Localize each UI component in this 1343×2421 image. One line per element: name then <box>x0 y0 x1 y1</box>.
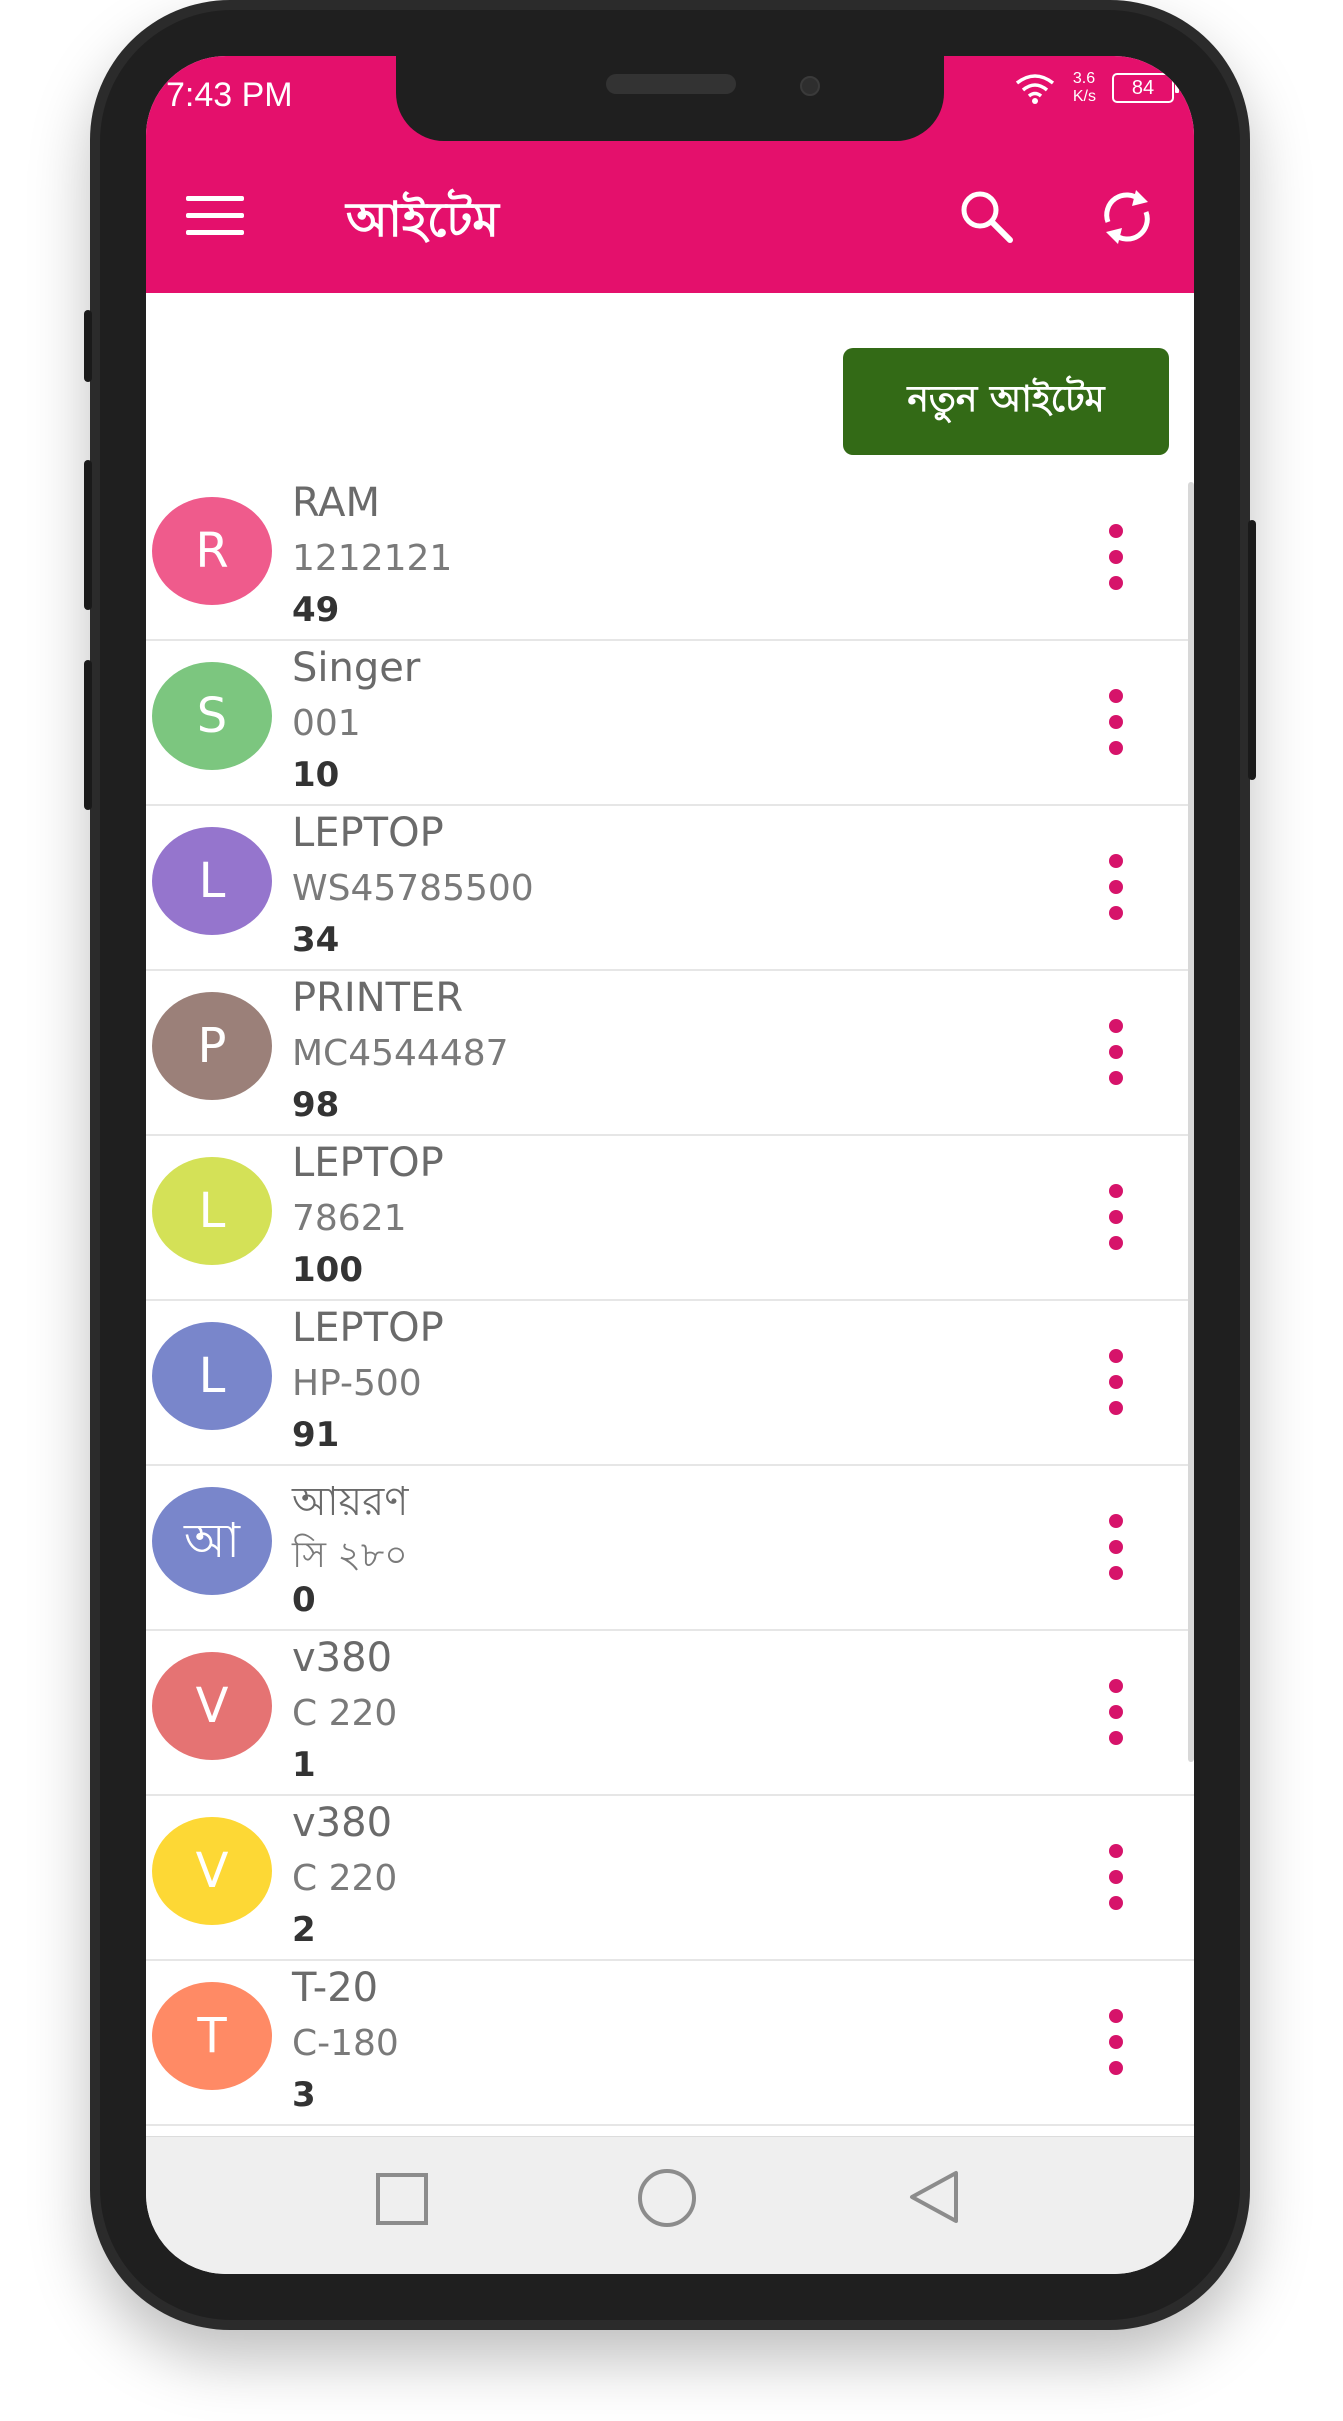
list-item[interactable]: P PRINTER MC4544487 98 <box>146 971 1194 1136</box>
item-quantity: 1 <box>292 1745 316 1785</box>
item-code: C-180 <box>292 2023 399 2064</box>
item-code: 78621 <box>292 1198 407 1239</box>
avatar: L <box>152 1157 272 1265</box>
more-vert-icon[interactable] <box>1101 2009 1131 2075</box>
more-vert-icon[interactable] <box>1101 689 1131 755</box>
avatar: L <box>152 827 272 935</box>
list-scrollbar[interactable] <box>1188 482 1194 1762</box>
page-title: আইটেম <box>346 192 500 248</box>
speaker-grille <box>606 74 736 94</box>
more-vert-icon[interactable] <box>1101 1349 1131 1415</box>
item-code: 001 <box>292 703 361 744</box>
phone-side-button <box>84 310 92 382</box>
item-code: C 220 <box>292 1693 398 1734</box>
phone-power-button <box>1248 520 1256 780</box>
more-vert-icon[interactable] <box>1101 524 1131 590</box>
battery-level: 84 <box>1131 77 1155 99</box>
item-name: আয়রণ <box>292 1479 409 1525</box>
more-vert-icon[interactable] <box>1101 1019 1131 1085</box>
status-time: 7:43 PM <box>166 76 293 114</box>
item-quantity: 49 <box>292 590 340 630</box>
item-name: LEPTOP <box>292 1140 444 1186</box>
avatar: S <box>152 662 272 770</box>
network-speed-unit: K/s <box>1072 88 1096 105</box>
front-camera <box>800 76 820 96</box>
list-item[interactable]: V v380 C 220 1 <box>146 1631 1194 1796</box>
list-item[interactable]: V v380 C 220 2 <box>146 1796 1194 1961</box>
avatar: V <box>152 1652 272 1760</box>
list-item[interactable]: T T-20 C-180 3 <box>146 1961 1194 2126</box>
item-code: WS45785500 <box>292 868 534 909</box>
avatar: আ <box>152 1487 272 1595</box>
item-quantity: 0 <box>292 1580 316 1620</box>
more-vert-icon[interactable] <box>1101 1844 1131 1910</box>
item-quantity: 91 <box>292 1415 340 1455</box>
item-quantity: 10 <box>292 755 340 795</box>
network-speed-value: 3.6 <box>1072 70 1096 87</box>
item-name: RAM <box>292 480 381 526</box>
avatar: R <box>152 497 272 605</box>
item-code: 1212121 <box>292 538 453 579</box>
system-navigation-bar <box>146 2136 1194 2274</box>
item-quantity: 100 <box>292 1250 363 1290</box>
item-quantity: 2 <box>292 1910 316 1950</box>
item-quantity: 3 <box>292 2075 316 2115</box>
status-icons: 3.6 K/s 84 <box>1013 70 1179 106</box>
avatar: V <box>152 1817 272 1925</box>
network-speed: 3.6 K/s <box>1073 70 1096 106</box>
square-icon[interactable] <box>376 2173 428 2225</box>
item-name: PRINTER <box>292 975 464 1021</box>
item-quantity: 34 <box>292 920 340 960</box>
battery-icon: 84 <box>1112 73 1179 103</box>
more-vert-icon[interactable] <box>1101 1514 1131 1580</box>
hamburger-menu-icon[interactable] <box>186 196 244 236</box>
list-item[interactable]: L LEPTOP WS45785500 34 <box>146 806 1194 971</box>
item-name: v380 <box>292 1800 393 1846</box>
app-screen: 7:43 PM 3.6 K/s 84 আইটেম নতুন আইটেম R RA… <box>146 56 1194 2274</box>
item-code: MC4544487 <box>292 1033 509 1074</box>
item-code: সি ২৮০ <box>292 1535 408 1576</box>
item-list: R RAM 1212121 49 S Singer 001 10 L LEPTO… <box>146 476 1194 2126</box>
triangle-back-icon[interactable] <box>906 2167 962 2227</box>
item-quantity: 98 <box>292 1085 340 1125</box>
avatar: L <box>152 1322 272 1430</box>
search-icon[interactable] <box>956 186 1016 246</box>
list-item[interactable]: S Singer 001 10 <box>146 641 1194 806</box>
more-vert-icon[interactable] <box>1101 1679 1131 1745</box>
circle-icon[interactable] <box>638 2169 696 2227</box>
new-item-button[interactable]: নতুন আইটেম <box>843 348 1169 455</box>
sync-icon[interactable] <box>1096 186 1158 248</box>
phone-volume-up-button <box>84 460 92 610</box>
item-code: C 220 <box>292 1858 398 1899</box>
more-vert-icon[interactable] <box>1101 854 1131 920</box>
item-name: T-20 <box>292 1965 379 2011</box>
list-item[interactable]: R RAM 1212121 49 <box>146 476 1194 641</box>
item-name: LEPTOP <box>292 810 444 856</box>
avatar: P <box>152 992 272 1100</box>
list-item[interactable]: L LEPTOP 78621 100 <box>146 1136 1194 1301</box>
list-item[interactable]: আ আয়রণ সি ২৮০ 0 <box>146 1466 1194 1631</box>
wifi-icon <box>1015 74 1054 104</box>
list-item[interactable]: L LEPTOP HP-500 91 <box>146 1301 1194 1466</box>
phone-notch <box>396 56 944 141</box>
phone-volume-down-button <box>84 660 92 810</box>
item-name: LEPTOP <box>292 1305 444 1351</box>
item-code: HP-500 <box>292 1363 422 1404</box>
avatar: T <box>152 1982 272 2090</box>
item-name: v380 <box>292 1635 393 1681</box>
item-name: Singer <box>292 645 421 691</box>
more-vert-icon[interactable] <box>1101 1184 1131 1250</box>
